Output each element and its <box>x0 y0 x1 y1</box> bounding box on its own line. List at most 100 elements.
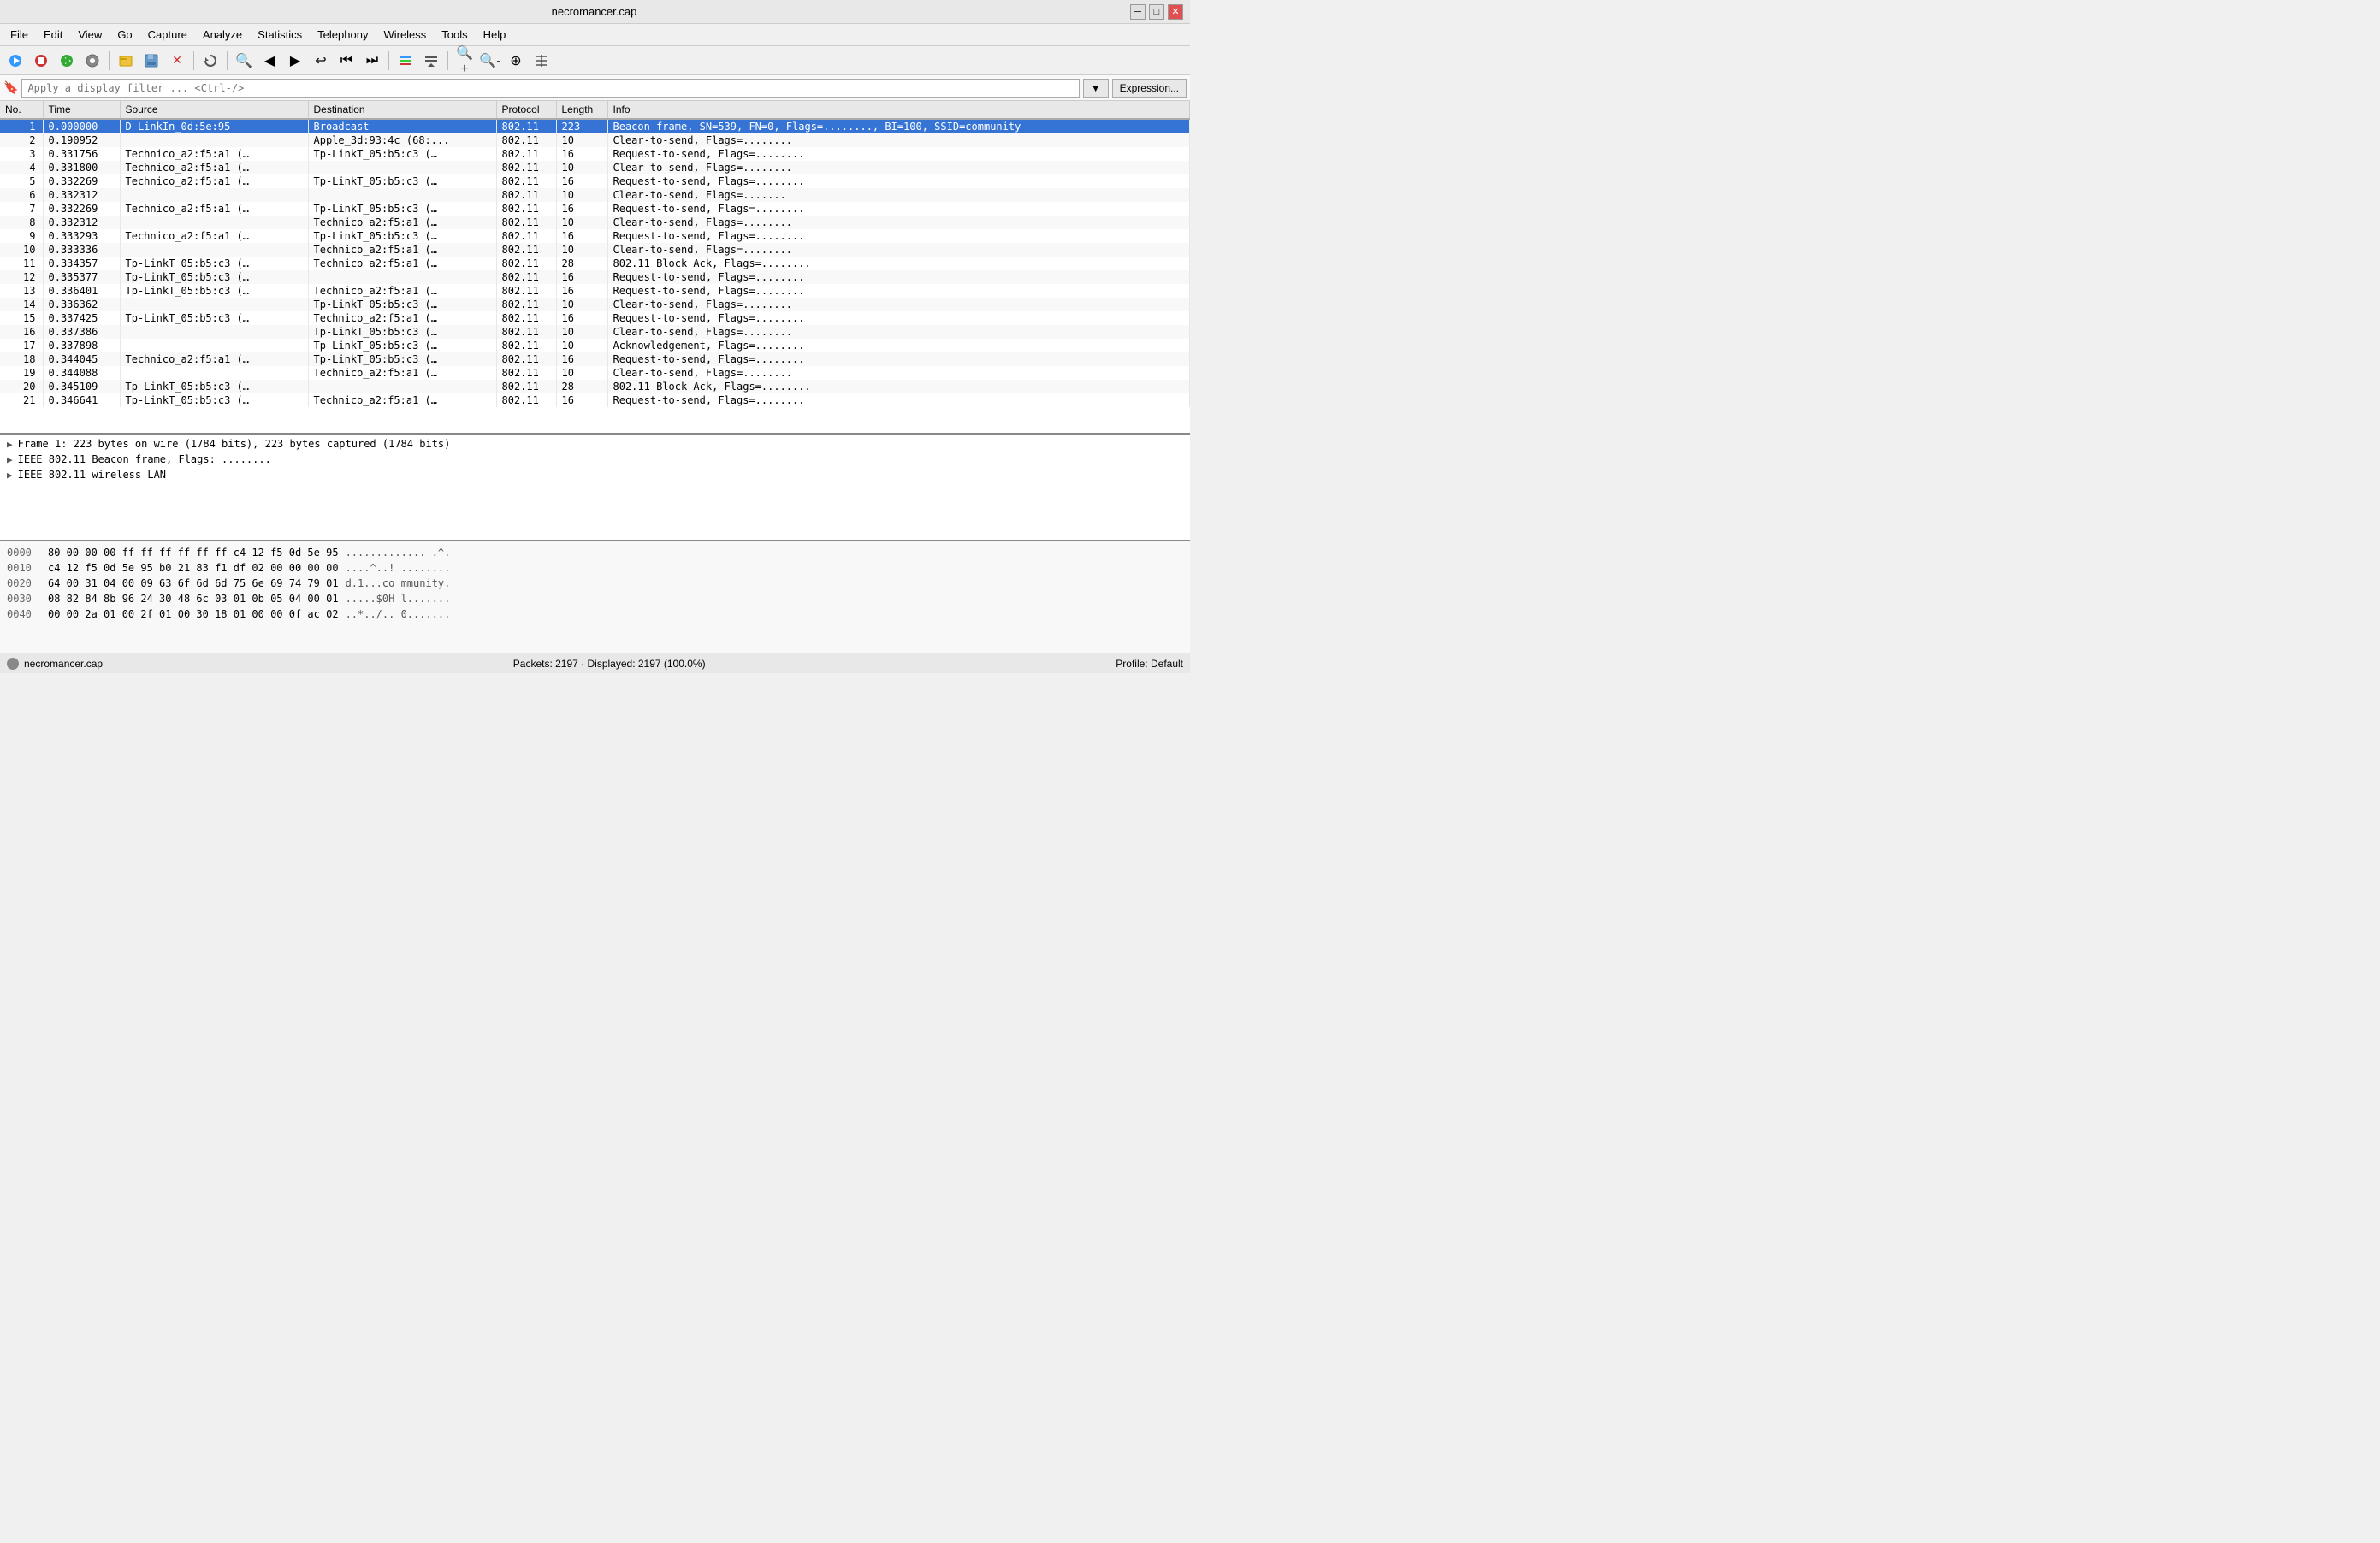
cell-proto: 802.11 <box>496 229 556 243</box>
cell-no: 15 <box>0 311 43 325</box>
hex-offset: 0040 <box>7 606 41 622</box>
restart-capture-button[interactable] <box>55 49 79 73</box>
cell-info: Request-to-send, Flags=........ <box>607 174 1190 188</box>
cell-info: Clear-to-send, Flags=........ <box>607 366 1190 380</box>
menu-capture[interactable]: Capture <box>141 27 194 43</box>
cell-time: 0.332312 <box>43 216 120 229</box>
menu-telephony[interactable]: Telephony <box>311 27 375 43</box>
hex-row: 0020 64 00 31 04 00 09 63 6f 6d 6d 75 6e… <box>7 576 1183 591</box>
cell-src: Tp-LinkT_05:b5:c3 (… <box>120 393 308 407</box>
col-header-source[interactable]: Source <box>120 101 308 119</box>
table-row[interactable]: 10 0.333336 Technico_a2:f5:a1 (… 802.11 … <box>0 243 1190 257</box>
table-row[interactable]: 5 0.332269 Technico_a2:f5:a1 (… Tp-LinkT… <box>0 174 1190 188</box>
col-header-length[interactable]: Length <box>556 101 607 119</box>
find-packet-button[interactable]: 🔍 <box>232 49 256 73</box>
expression-button[interactable]: Expression... <box>1112 79 1187 98</box>
go-forward-button[interactable]: ▶ <box>283 49 307 73</box>
table-row[interactable]: 18 0.344045 Technico_a2:f5:a1 (… Tp-Link… <box>0 352 1190 366</box>
stop-capture-button[interactable] <box>29 49 53 73</box>
cell-info: Clear-to-send, Flags=........ <box>607 298 1190 311</box>
cell-info: Request-to-send, Flags=........ <box>607 393 1190 407</box>
menu-tools[interactable]: Tools <box>435 27 474 43</box>
table-row[interactable]: 17 0.337898 Tp-LinkT_05:b5:c3 (… 802.11 … <box>0 339 1190 352</box>
cell-len: 28 <box>556 380 607 393</box>
cell-proto: 802.11 <box>496 243 556 257</box>
cell-time: 0.332269 <box>43 174 120 188</box>
table-row[interactable]: 7 0.332269 Technico_a2:f5:a1 (… Tp-LinkT… <box>0 202 1190 216</box>
col-header-info[interactable]: Info <box>607 101 1190 119</box>
table-row[interactable]: 1 0.000000 D-LinkIn_0d:5e:95 Broadcast 8… <box>0 119 1190 133</box>
table-row[interactable]: 13 0.336401 Tp-LinkT_05:b5:c3 (… Technic… <box>0 284 1190 298</box>
filter-dropdown-button[interactable]: ▼ <box>1083 79 1109 98</box>
menu-file[interactable]: File <box>3 27 35 43</box>
options-button[interactable] <box>80 49 104 73</box>
cell-proto: 802.11 <box>496 270 556 284</box>
table-row[interactable]: 15 0.337425 Tp-LinkT_05:b5:c3 (… Technic… <box>0 311 1190 325</box>
table-row[interactable]: 21 0.346641 Tp-LinkT_05:b5:c3 (… Technic… <box>0 393 1190 407</box>
status-filename: necromancer.cap <box>24 658 103 670</box>
auto-scroll-button[interactable] <box>419 49 443 73</box>
cell-info: Request-to-send, Flags=........ <box>607 202 1190 216</box>
last-packet-button[interactable]: ⏭ <box>360 49 384 73</box>
filter-bar: 🔖 ▼ Expression... <box>0 75 1190 101</box>
reload-file-button[interactable] <box>198 49 222 73</box>
open-file-button[interactable] <box>114 49 138 73</box>
save-file-button[interactable] <box>139 49 163 73</box>
cell-time: 0.000000 <box>43 119 120 133</box>
zoom-out-button[interactable]: 🔍- <box>478 49 502 73</box>
col-header-destination[interactable]: Destination <box>308 101 496 119</box>
first-packet-button[interactable]: ⏮ <box>335 49 358 73</box>
table-row[interactable]: 14 0.336362 Tp-LinkT_05:b5:c3 (… 802.11 … <box>0 298 1190 311</box>
table-row[interactable]: 20 0.345109 Tp-LinkT_05:b5:c3 (… 802.11 … <box>0 380 1190 393</box>
cell-len: 16 <box>556 202 607 216</box>
cell-dst: Technico_a2:f5:a1 (… <box>308 216 496 229</box>
go-to-packet-button[interactable]: ↩ <box>309 49 333 73</box>
detail-item-beacon[interactable]: ▶ IEEE 802.11 Beacon frame, Flags: .....… <box>0 452 1190 467</box>
menu-help[interactable]: Help <box>477 27 513 43</box>
go-back-button[interactable]: ◀ <box>258 49 281 73</box>
close-file-button[interactable]: ✕ <box>165 49 189 73</box>
toolbar-sep-4 <box>388 51 389 70</box>
cell-no: 9 <box>0 229 43 243</box>
cell-no: 16 <box>0 325 43 339</box>
table-row[interactable]: 11 0.334357 Tp-LinkT_05:b5:c3 (… Technic… <box>0 257 1190 270</box>
table-row[interactable]: 3 0.331756 Technico_a2:f5:a1 (… Tp-LinkT… <box>0 147 1190 161</box>
menu-analyze[interactable]: Analyze <box>196 27 249 43</box>
hex-row: 0010 c4 12 f5 0d 5e 95 b0 21 83 f1 df 02… <box>7 560 1183 576</box>
menu-view[interactable]: View <box>71 27 109 43</box>
menu-statistics[interactable]: Statistics <box>251 27 309 43</box>
resize-columns-button[interactable] <box>530 49 554 73</box>
start-capture-button[interactable] <box>3 49 27 73</box>
menu-bar: File Edit View Go Capture Analyze Statis… <box>0 24 1190 46</box>
maximize-button[interactable]: □ <box>1149 4 1164 20</box>
cell-info: Request-to-send, Flags=........ <box>607 270 1190 284</box>
cell-src: Tp-LinkT_05:b5:c3 (… <box>120 284 308 298</box>
cell-time: 0.332312 <box>43 188 120 202</box>
menu-wireless[interactable]: Wireless <box>376 27 433 43</box>
table-row[interactable]: 16 0.337386 Tp-LinkT_05:b5:c3 (… 802.11 … <box>0 325 1190 339</box>
col-header-time[interactable]: Time <box>43 101 120 119</box>
table-row[interactable]: 6 0.332312 802.11 10 Clear-to-send, Flag… <box>0 188 1190 202</box>
detail-item-frame[interactable]: ▶ Frame 1: 223 bytes on wire (1784 bits)… <box>0 436 1190 452</box>
hex-row: 0040 00 00 2a 01 00 2f 01 00 30 18 01 00… <box>7 606 1183 622</box>
table-row[interactable]: 8 0.332312 Technico_a2:f5:a1 (… 802.11 1… <box>0 216 1190 229</box>
close-button[interactable]: ✕ <box>1168 4 1183 20</box>
zoom-in-button[interactable]: 🔍+ <box>453 49 477 73</box>
cell-no: 18 <box>0 352 43 366</box>
filter-input[interactable] <box>21 79 1079 98</box>
normal-size-button[interactable]: ⊕ <box>504 49 528 73</box>
minimize-button[interactable]: ─ <box>1130 4 1146 20</box>
colorize-button[interactable] <box>394 49 417 73</box>
table-row[interactable]: 4 0.331800 Technico_a2:f5:a1 (… 802.11 1… <box>0 161 1190 174</box>
table-row[interactable]: 2 0.190952 Apple_3d:93:4c (68:... 802.11… <box>0 133 1190 147</box>
menu-edit[interactable]: Edit <box>37 27 69 43</box>
menu-go[interactable]: Go <box>110 27 139 43</box>
hex-bytes: 64 00 31 04 00 09 63 6f 6d 6d 75 6e 69 7… <box>48 576 339 591</box>
col-header-protocol[interactable]: Protocol <box>496 101 556 119</box>
cell-dst: Technico_a2:f5:a1 (… <box>308 284 496 298</box>
col-header-no[interactable]: No. <box>0 101 43 119</box>
table-row[interactable]: 12 0.335377 Tp-LinkT_05:b5:c3 (… 802.11 … <box>0 270 1190 284</box>
detail-item-wireless[interactable]: ▶ IEEE 802.11 wireless LAN <box>0 467 1190 482</box>
table-row[interactable]: 19 0.344088 Technico_a2:f5:a1 (… 802.11 … <box>0 366 1190 380</box>
table-row[interactable]: 9 0.333293 Technico_a2:f5:a1 (… Tp-LinkT… <box>0 229 1190 243</box>
